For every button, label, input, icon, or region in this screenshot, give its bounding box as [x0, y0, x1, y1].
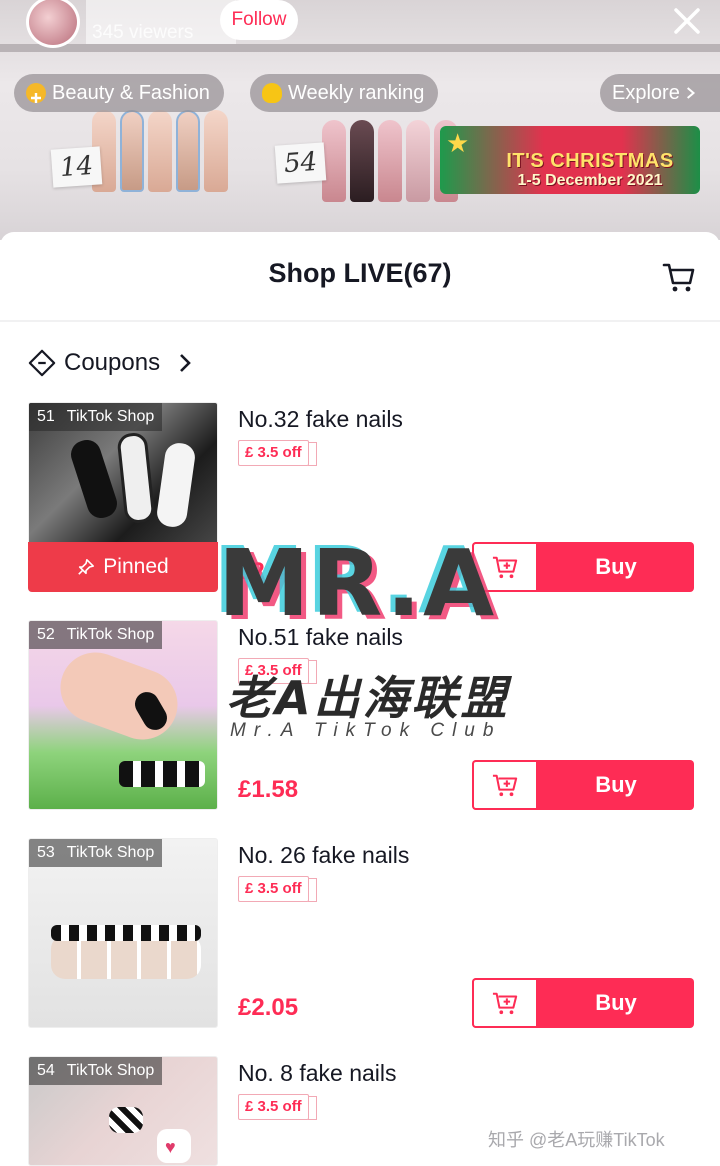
buy-label: Buy	[595, 990, 637, 1015]
star-icon: ★	[446, 128, 470, 158]
product-thumbnail[interactable]: 53 TikTok Shop	[28, 838, 218, 1028]
pinned-label: Pinned	[103, 555, 169, 578]
category-pill-beauty[interactable]: Beauty & Fashion	[14, 74, 224, 112]
product-item[interactable]: 53 TikTok Shop No. 26 fake nails £ 3.5 o…	[0, 838, 720, 1028]
coupon-badge: £ 3.5 off	[238, 440, 317, 466]
product-index: 54	[37, 1062, 55, 1079]
price-tag-card: 14	[50, 146, 103, 188]
add-to-cart-icon[interactable]	[472, 760, 538, 810]
product-price: £2.40	[238, 558, 299, 585]
product-index: 52	[37, 626, 55, 643]
close-icon[interactable]	[668, 2, 706, 40]
trophy-icon	[262, 83, 282, 103]
product-price: £1.58	[238, 776, 299, 803]
pill-label: Weekly ranking	[288, 82, 425, 104]
explore-button[interactable]: Explore	[600, 74, 720, 112]
shop-name: TikTok Shop	[66, 844, 155, 861]
cart-icon[interactable]	[662, 260, 696, 294]
coupon-tag-icon	[28, 349, 56, 377]
viewer-count: 345 viewers	[92, 22, 194, 43]
explore-label: Explore	[612, 82, 680, 104]
thumbnail-label: 53 TikTok Shop	[29, 839, 163, 867]
product-name[interactable]: No. 8 fake nails	[238, 1060, 397, 1087]
buy-button[interactable]: Buy	[472, 760, 694, 810]
shop-name: TikTok Shop	[66, 408, 155, 425]
buy-button[interactable]: Buy	[472, 978, 694, 1028]
divider	[0, 320, 720, 322]
chevron-right-icon	[686, 87, 695, 99]
pill-label: Beauty & Fashion	[52, 82, 210, 104]
nail-set-left	[92, 110, 228, 192]
product-price: £2.05	[238, 994, 299, 1021]
product-thumbnail[interactable]: ♥ 54 TikTok Shop	[28, 1056, 218, 1166]
plus-badge-icon	[26, 83, 46, 103]
pin-icon	[78, 558, 95, 575]
heart-icon: ♥	[165, 1137, 176, 1157]
shop-name: TikTok Shop	[66, 626, 155, 643]
coupon-badge: £ 3.5 off	[238, 1094, 317, 1120]
thumbnail-label: 52 TikTok Shop	[29, 621, 163, 649]
panel-title: Shop LIVE(67)	[268, 258, 452, 288]
category-pill-weekly-ranking[interactable]: Weekly ranking	[250, 74, 439, 112]
add-to-cart-icon[interactable]	[472, 542, 538, 592]
product-name[interactable]: No.32 fake nails	[238, 406, 403, 433]
coupons-link[interactable]: Coupons	[28, 346, 192, 380]
nail-set-right	[322, 120, 458, 202]
coupon-badge: £ 3.5 off	[238, 876, 317, 902]
price-tag-card: 54	[274, 142, 327, 184]
coupon-badge: £ 3.5 off	[238, 658, 317, 684]
product-item[interactable]: 51 TikTok Shop Pinned No.32 fake nails £…	[0, 402, 720, 592]
product-index: 51	[37, 408, 55, 425]
source-credit: 知乎 @老A玩赚TikTok	[488, 1130, 665, 1150]
buy-button[interactable]: Buy	[472, 542, 694, 592]
thumbnail-label: 51 TikTok Shop	[29, 403, 163, 431]
product-name[interactable]: No.51 fake nails	[238, 624, 403, 651]
add-to-cart-icon[interactable]	[472, 978, 538, 1028]
shop-name: TikTok Shop	[66, 1062, 155, 1079]
product-name[interactable]: No. 26 fake nails	[238, 842, 409, 869]
thumbnail-label: 54 TikTok Shop	[29, 1057, 163, 1085]
banner-dates: 1-5 December 2021	[517, 172, 663, 189]
buy-label: Buy	[595, 772, 637, 797]
product-index: 53	[37, 844, 55, 861]
christmas-banner[interactable]: ★ IT'S CHRISTMAS 1-5 December 2021	[440, 126, 700, 194]
product-thumbnail[interactable]: 52 TikTok Shop	[28, 620, 218, 810]
shelf	[0, 44, 720, 52]
product-item[interactable]: 52 TikTok Shop No.51 fake nails £ 3.5 of…	[0, 620, 720, 810]
pinned-badge[interactable]: Pinned	[28, 542, 218, 592]
follow-button[interactable]: Follow	[220, 0, 298, 40]
chevron-right-icon	[180, 354, 191, 372]
banner-title: IT'S CHRISTMAS	[506, 150, 674, 172]
coupons-label: Coupons	[64, 349, 161, 376]
buy-label: Buy	[595, 554, 637, 579]
